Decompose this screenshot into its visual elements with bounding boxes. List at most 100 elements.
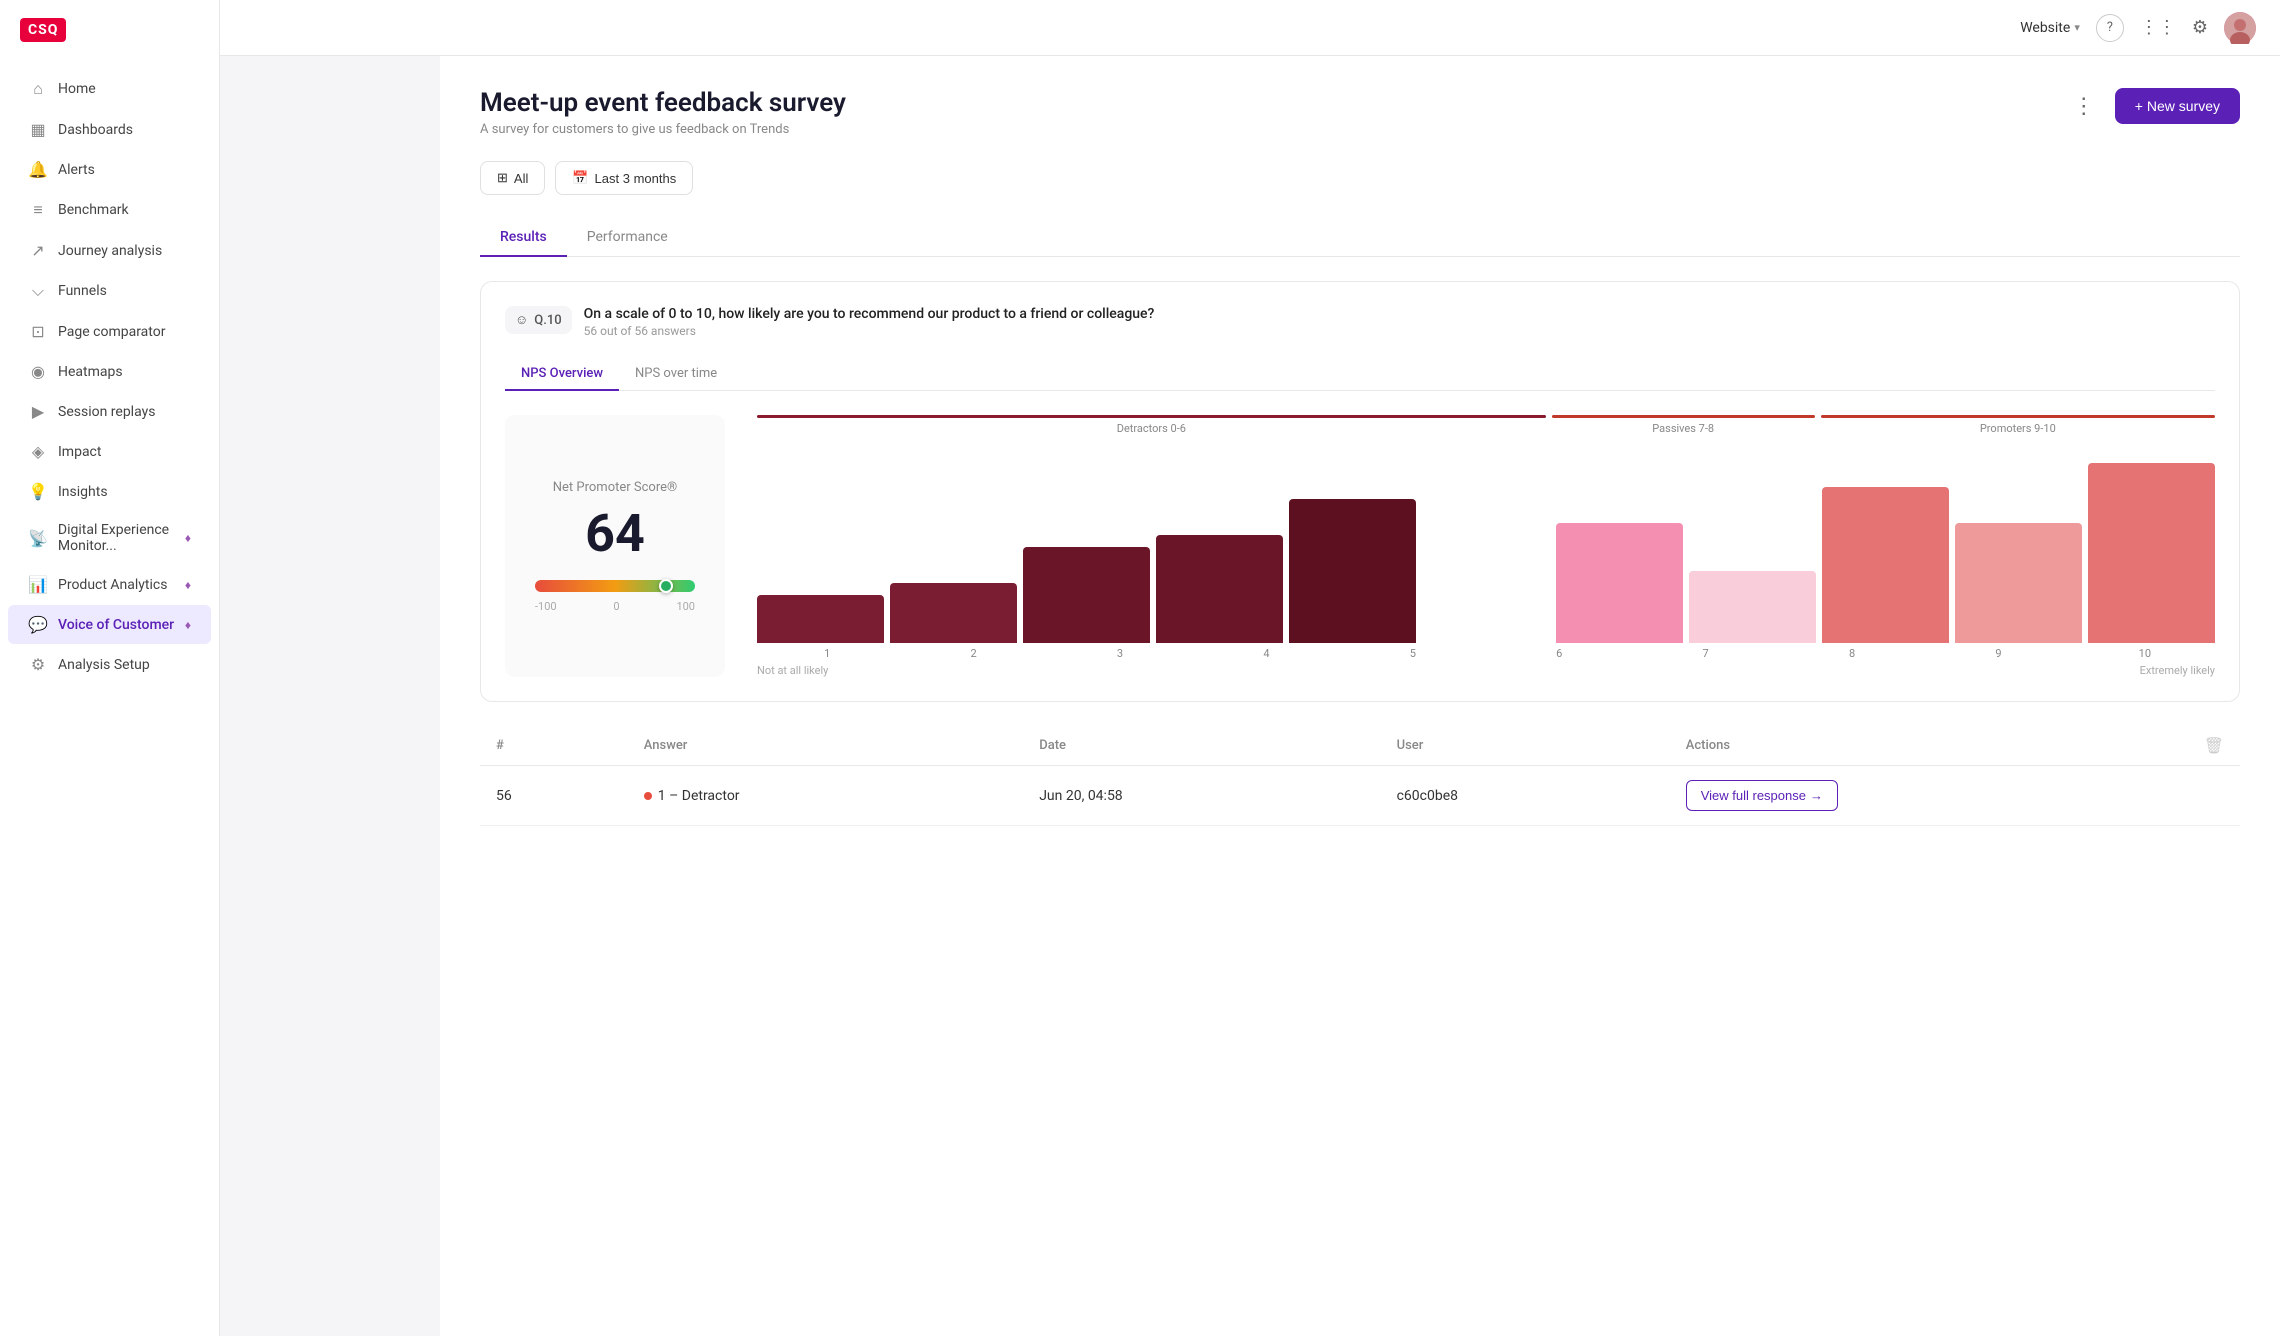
filter-date-label: Last 3 months — [595, 171, 677, 186]
nps-min: -100 — [535, 600, 557, 613]
sidebar-label-voice-of-customer: Voice of Customer — [58, 617, 174, 633]
sidebar-label-home: Home — [58, 81, 96, 97]
nps-zero: 0 — [613, 600, 619, 613]
bar-col — [1955, 523, 2082, 643]
question-header: ☺ Q.10 On a scale of 0 to 10, how likely… — [505, 306, 2215, 338]
sidebar-icon-home: ⌂ — [28, 79, 48, 99]
filter-all-icon: ⊞ — [497, 170, 508, 186]
bar-col — [1156, 535, 1283, 643]
nps-label: Net Promoter Score® — [553, 480, 677, 495]
header-actions: ⋮ + New survey — [2065, 88, 2240, 124]
tab-results[interactable]: Results — [480, 219, 567, 257]
sidebar-label-heatmaps: Heatmaps — [58, 364, 123, 380]
bar — [1822, 487, 1949, 643]
logo-text: CSQ — [20, 18, 66, 42]
filter-bar: ⊞ All 📅 Last 3 months — [480, 161, 2240, 195]
page-subtitle: A survey for customers to give us feedba… — [480, 122, 846, 137]
sidebar-icon-alerts: 🔔 — [28, 160, 48, 179]
sidebar-item-alerts[interactable]: 🔔 Alerts — [8, 150, 211, 189]
sidebar-icon-impact: ◈ — [28, 442, 48, 461]
question-text-block: On a scale of 0 to 10, how likely are yo… — [584, 306, 1155, 338]
help-icon[interactable]: ? — [2096, 14, 2124, 42]
table-header-actions: Actions🗑 — [1670, 726, 2240, 766]
sidebar-item-analysis-setup[interactable]: ⚙ Analysis Setup — [8, 645, 211, 684]
bar-col — [1689, 571, 1816, 643]
sub-tabs: NPS OverviewNPS over time — [505, 358, 2215, 391]
bar-col — [1556, 523, 1683, 643]
table-delete-icon[interactable]: 🗑 — [2204, 736, 2224, 755]
table-row: 56 1 – Detractor Jun 20, 04:58 c60c0be8 … — [480, 766, 2240, 826]
settings-icon[interactable]: ⚙ — [2192, 17, 2208, 38]
table-header-date: Date — [1023, 726, 1380, 766]
chart-group-name-passives: Passives 7-8 — [1652, 422, 1714, 435]
new-survey-button[interactable]: + New survey — [2115, 88, 2240, 124]
sidebar-item-heatmaps[interactable]: ◉ Heatmaps — [8, 352, 211, 391]
page-title-block: Meet-up event feedback survey A survey f… — [480, 88, 846, 137]
bar — [1556, 523, 1683, 643]
filter-all-button[interactable]: ⊞ All — [480, 161, 545, 195]
sidebar-label-insights: Insights — [58, 484, 108, 500]
chart-extreme-left: Not at all likely — [757, 664, 828, 677]
bar — [1955, 523, 2082, 643]
question-badge-icon: ☺ — [515, 312, 528, 328]
arrow-right-icon: → — [1810, 788, 1823, 803]
user-avatar-image — [2224, 12, 2256, 44]
question-badge-label: Q.10 — [534, 313, 561, 328]
filter-date-button[interactable]: 📅 Last 3 months — [555, 161, 693, 195]
website-label: Website — [2020, 20, 2070, 36]
bar — [1689, 571, 1816, 643]
crown-icon-digital-experience: ♦ — [185, 531, 191, 545]
sidebar-item-dashboards[interactable]: ▦ Dashboards — [8, 110, 211, 149]
tab-performance[interactable]: Performance — [567, 219, 688, 257]
table-header-#: # — [480, 726, 628, 766]
chart-group-name-detractors: Detractors 0-6 — [1117, 422, 1186, 435]
chart-group-line-promoters — [1821, 415, 2215, 418]
filter-all-label: All — [514, 171, 528, 186]
sidebar-item-funnels[interactable]: ⌵ Funnels — [8, 271, 211, 311]
table-cell-actions: View full response → — [1670, 766, 2240, 826]
sub-tab-nps-over-time[interactable]: NPS over time — [619, 358, 733, 391]
sub-tab-nps-overview[interactable]: NPS Overview — [505, 358, 619, 391]
chart-extreme-right: Extremely likely — [2140, 664, 2215, 677]
logo[interactable]: CSQ — [0, 0, 219, 60]
sidebar-item-journey-analysis[interactable]: ↗ Journey analysis — [8, 231, 211, 270]
bar — [757, 595, 884, 643]
website-selector[interactable]: Website ▾ — [2020, 20, 2080, 36]
sidebar-item-page-comparator[interactable]: ⊡ Page comparator — [8, 312, 211, 351]
sidebar-item-home[interactable]: ⌂ Home — [8, 69, 211, 109]
bar — [1289, 499, 1416, 643]
sidebar-label-alerts: Alerts — [58, 162, 95, 178]
nps-container: Net Promoter Score® 64 -100 0 100 Detrac… — [505, 415, 2215, 677]
chart-x-label: 3 — [1050, 647, 1190, 660]
chart-group-name-promoters: Promoters 9-10 — [1980, 422, 2056, 435]
sidebar-icon-dashboards: ▦ — [28, 120, 48, 139]
table-cell-user: c60c0be8 — [1381, 766, 1670, 826]
sidebar-item-session-replays[interactable]: ▶ Session replays — [8, 392, 211, 431]
bar — [1023, 547, 1150, 643]
avatar[interactable] — [2224, 12, 2256, 44]
view-full-response-button[interactable]: View full response → — [1686, 780, 1838, 811]
chart-extremes: Not at all likely Extremely likely — [757, 664, 2215, 677]
filter-date-icon: 📅 — [572, 170, 588, 186]
sidebar-label-page-comparator: Page comparator — [58, 324, 165, 340]
page-header: Meet-up event feedback survey A survey f… — [480, 88, 2240, 137]
table-header-answer: Answer — [628, 726, 1023, 766]
sidebar-item-benchmark[interactable]: ≡ Benchmark — [8, 190, 211, 230]
sidebar-label-analysis-setup: Analysis Setup — [58, 657, 150, 673]
sidebar-item-insights[interactable]: 💡 Insights — [8, 472, 211, 511]
bar-chart-wrapper: Detractors 0-6 Passives 7-8 Promoters 9-10… — [757, 415, 2215, 677]
sidebar-item-digital-experience[interactable]: 📡 Digital Experience Monitor... ♦ — [8, 512, 211, 564]
sidebar-label-product-analytics: Product Analytics — [58, 577, 167, 593]
bar — [2088, 463, 2215, 643]
table-cell-num: 56 — [480, 766, 628, 826]
grid-icon[interactable]: ⋮⋮ — [2140, 17, 2176, 38]
sidebar-item-voice-of-customer[interactable]: 💬 Voice of Customer ♦ — [8, 605, 211, 644]
results-table-container: #AnswerDateUserActions🗑 56 1 – Detractor… — [480, 726, 2240, 826]
chart-group-line-passives — [1552, 415, 1815, 418]
table-header-user: User — [1381, 726, 1670, 766]
sidebar-item-product-analytics[interactable]: 📊 Product Analytics ♦ — [8, 565, 211, 604]
chart-x-label: 6 — [1489, 647, 1629, 660]
main-content: Meet-up event feedback survey A survey f… — [440, 56, 2280, 1336]
more-button[interactable]: ⋮ — [2065, 89, 2103, 123]
sidebar-item-impact[interactable]: ◈ Impact — [8, 432, 211, 471]
